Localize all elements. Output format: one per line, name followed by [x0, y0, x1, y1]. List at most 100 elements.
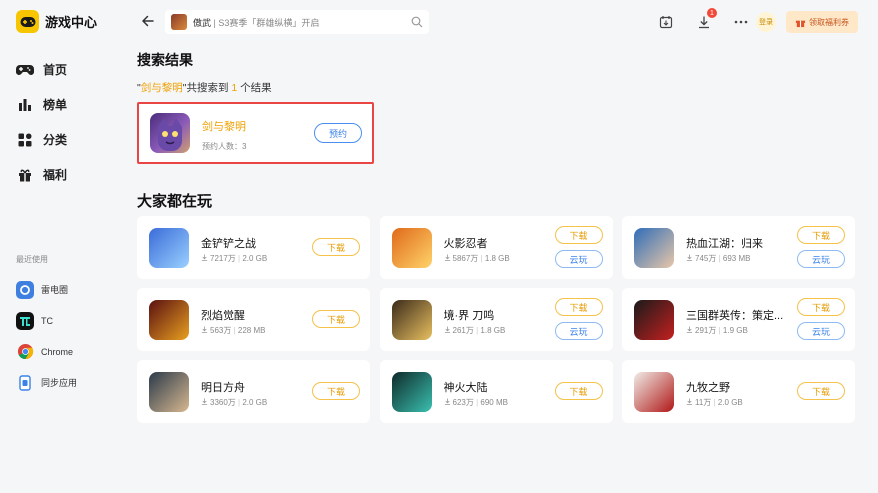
- game-card[interactable]: 金铲铲之战 7217万 | 2.0 GB 下载: [137, 216, 370, 279]
- game-card[interactable]: 境·界 刀鸣 261万 | 1.8 GB 下载 云玩: [379, 288, 613, 351]
- calendar-download-button[interactable]: [656, 12, 676, 32]
- game-name: 烈焰觉醒: [201, 310, 245, 322]
- download-button[interactable]: 下载: [554, 298, 603, 316]
- game-card[interactable]: 热血江湖：归来 745万 | 693 MB 下载 云玩: [622, 216, 855, 279]
- login-avatar-button[interactable]: 登录: [756, 12, 776, 32]
- search-icon[interactable]: [411, 16, 423, 28]
- file-size: 2.0 GB: [242, 398, 268, 407]
- game-card[interactable]: 明日方舟 3360万 | 2.0 GB 下载: [137, 360, 370, 423]
- cloud-play-button[interactable]: 云玩: [554, 322, 603, 340]
- downloads-button[interactable]: 1: [694, 8, 717, 32]
- download-count: 623万: [452, 398, 474, 407]
- game-stats: 261万 | 1.8 GB: [444, 325, 506, 336]
- game-card[interactable]: 九牧之野 11万 | 2.0 GB 下载: [622, 360, 855, 423]
- sidebar: 游戏中心 首页 榜单 分类 福利 最近使用 雷电圈 TC Chrome 同步应用: [0, 0, 122, 493]
- cloud-play-button[interactable]: 云玩: [554, 250, 603, 268]
- result-reservation-count: 预约人数：3: [202, 142, 247, 151]
- file-size: 693 MB: [722, 254, 751, 263]
- file-size: 1.9 GB: [722, 326, 748, 335]
- search-suggestion-sub: S3赛季「群雄纵横」开启: [218, 17, 320, 28]
- more-button[interactable]: [731, 12, 751, 32]
- file-size: 690 MB: [480, 398, 508, 407]
- game-name: 明日方舟: [201, 382, 245, 394]
- game-stats: 291万 | 1.9 GB: [686, 325, 748, 336]
- search-suggestion-game: 傲武: [193, 17, 212, 28]
- recent-item-label: 雷电圈: [41, 285, 69, 295]
- result-game-name[interactable]: 剑与黎明: [202, 118, 246, 134]
- game-icon: [391, 372, 432, 412]
- recent-title: 最近使用: [16, 255, 48, 264]
- recent-item-label: TC: [41, 315, 53, 326]
- recent-item-sync[interactable]: 同步应用: [16, 367, 77, 398]
- download-button[interactable]: 下载: [312, 382, 360, 400]
- summary-end: 个结果: [240, 82, 272, 94]
- download-count: 11万: [695, 398, 712, 407]
- recent-item-tc[interactable]: TC: [16, 305, 77, 336]
- search-suggestion: 傲武 | S3赛季「群雄纵横」开启: [193, 17, 320, 28]
- gamepad-icon: [16, 61, 34, 79]
- game-card[interactable]: 三国群英传：策定... 291万 | 1.9 GB 下载 云玩: [622, 288, 855, 351]
- game-icon: [150, 113, 190, 153]
- game-name: 金铲铲之战: [201, 238, 256, 250]
- download-count-icon: [686, 254, 693, 261]
- search-summary: "剑与黎明"共搜索到 1 个结果: [137, 80, 272, 95]
- cloud-play-button[interactable]: 云玩: [797, 322, 845, 340]
- download-count: 745万: [695, 254, 717, 263]
- download-button[interactable]: 下载: [312, 310, 360, 328]
- gift-icon: [16, 166, 34, 184]
- download-count: 7217万: [210, 254, 236, 263]
- arrow-left-icon: [142, 15, 154, 27]
- cloud-play-button[interactable]: 云玩: [797, 250, 845, 268]
- game-card[interactable]: 火影忍者 5867万 | 1.8 GB 下载 云玩: [379, 216, 613, 279]
- recent-item-chrome[interactable]: Chrome: [16, 336, 77, 367]
- download-count: 563万: [210, 326, 232, 335]
- nav-label: 首页: [43, 63, 68, 77]
- game-stats: 11万 | 2.0 GB: [686, 397, 743, 408]
- file-size: 1.8 GB: [480, 326, 506, 335]
- download-count-icon: [444, 398, 450, 405]
- download-count-icon: [201, 254, 208, 261]
- download-count-badge: 1: [707, 8, 717, 18]
- nav-item-categories[interactable]: 分类: [16, 122, 67, 157]
- popular-games-grid: 金铲铲之战 7217万 | 2.0 GB 下载 火影忍者 5867万 | 1.8 GB 下…: [137, 216, 855, 423]
- game-card[interactable]: 神火大陆 623万 | 690 MB 下载: [379, 360, 613, 423]
- back-button[interactable]: [138, 10, 158, 32]
- brand[interactable]: 游戏中心: [16, 10, 97, 33]
- file-size: 2.0 GB: [717, 398, 743, 407]
- game-stats: 7217万 | 2.0 GB: [201, 253, 267, 264]
- download-count: 261万: [452, 326, 474, 335]
- nav-item-rankings[interactable]: 榜单: [16, 87, 67, 122]
- download-button[interactable]: 下载: [312, 238, 360, 256]
- download-count-icon: [686, 326, 693, 333]
- tc-app-icon: [16, 311, 34, 330]
- main-nav: 首页 榜单 分类 福利: [16, 52, 67, 192]
- nav-item-home[interactable]: 首页: [16, 52, 67, 87]
- file-size: 1.8 GB: [484, 254, 510, 263]
- game-icon: [149, 372, 189, 412]
- welfare-coupon-button[interactable]: 领取福利券: [786, 11, 858, 33]
- download-count: 5867万: [452, 254, 479, 263]
- game-name: 火影忍者: [443, 238, 488, 250]
- search-input[interactable]: 傲武 | S3赛季「群雄纵横」开启: [165, 10, 429, 34]
- download-button[interactable]: 下载: [797, 298, 845, 316]
- welfare-coupon-label: 领取福利券: [809, 17, 849, 27]
- recent-item-ring[interactable]: 雷电圈: [16, 274, 77, 305]
- chrome-icon: [16, 343, 34, 361]
- game-name: 热血江湖：归来: [686, 238, 763, 250]
- gamepad-logo-icon: [16, 10, 39, 33]
- game-card[interactable]: 烈焰觉醒 563万 | 228 MB 下载: [137, 288, 370, 351]
- summary-count: 1: [231, 82, 238, 94]
- search-results-title: 搜索结果: [137, 52, 193, 68]
- download-button[interactable]: 下载: [797, 382, 845, 400]
- download-button[interactable]: 下载: [554, 226, 603, 244]
- download-count: 291万: [695, 326, 717, 335]
- download-button[interactable]: 下载: [797, 226, 845, 244]
- download-button[interactable]: 下载: [554, 382, 603, 400]
- game-icon: [634, 300, 674, 340]
- game-icon: [634, 228, 674, 268]
- search-result-card[interactable]: 剑与黎明 预约人数：3 预约: [137, 102, 374, 164]
- game-thumbnail: [171, 14, 187, 30]
- file-size: 228 MB: [237, 326, 266, 335]
- reserve-button[interactable]: 预约: [314, 123, 362, 143]
- nav-item-welfare[interactable]: 福利: [16, 157, 67, 192]
